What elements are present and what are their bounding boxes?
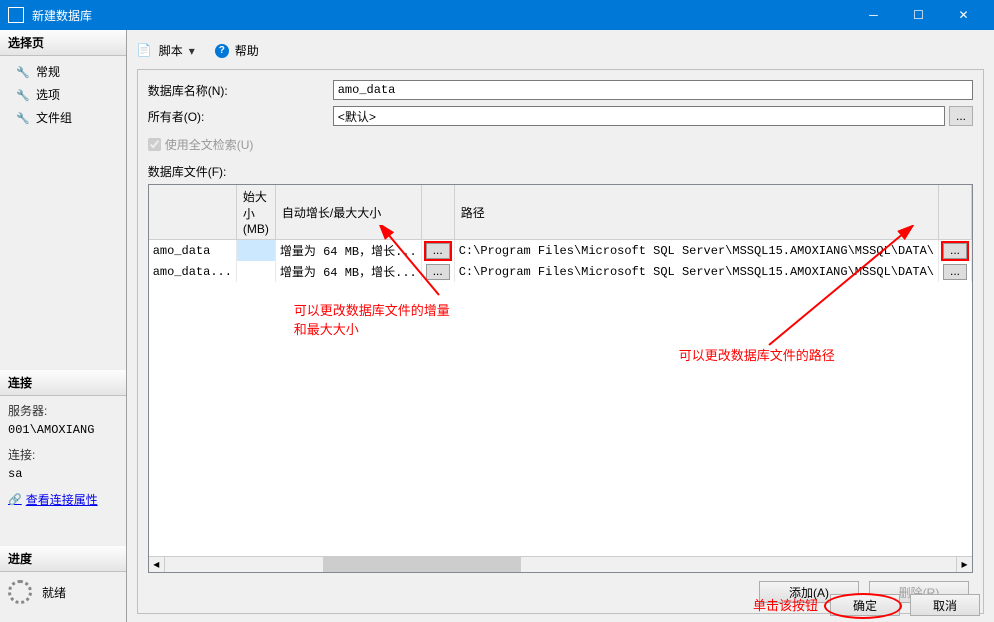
col-browse2 [939,185,972,240]
minimize-button[interactable]: ─ [851,0,896,30]
app-icon [8,7,24,23]
annotation-left: 可以更改数据库文件的增量 和最大大小 [294,300,450,338]
col-initial-size[interactable]: 始大小(MB) [236,185,275,240]
fulltext-checkbox [148,138,161,151]
sidebar-item-general[interactable]: 常规 [0,60,126,83]
chevron-down-icon[interactable] [189,44,195,58]
wrench-icon [16,111,30,125]
sidebar: 选择页 常规 选项 文件组 连接 服务器: 001\AMOXIANG 连接: s… [0,30,127,622]
script-icon [137,43,153,59]
db-files-label: 数据库文件(F): [148,163,973,180]
help-icon: ? [215,44,229,58]
select-page-header: 选择页 [0,30,126,56]
progress-header: 进度 [0,546,126,572]
col-autogrowth[interactable]: 自动增长/最大大小 [275,185,421,240]
horizontal-scrollbar[interactable]: ◂ ▸ [149,556,972,572]
ok-button[interactable]: 确定 [830,594,900,616]
owner-label: 所有者(O): [148,108,333,125]
path-browse-button[interactable]: ... [943,243,967,259]
db-name-label: 数据库名称(N): [148,82,333,99]
owner-input[interactable] [333,106,945,126]
col-name[interactable] [149,185,237,240]
maximize-button[interactable]: ☐ [896,0,941,30]
progress-status: 就绪 [42,584,66,601]
sidebar-item-filegroups[interactable]: 文件组 [0,106,126,129]
close-button[interactable]: ✕ [941,0,986,30]
db-files-table[interactable]: 始大小(MB) 自动增长/最大大小 路径 amo_data 增量为 64 MB，… [148,184,973,573]
col-browse1 [421,185,454,240]
view-conn-props-link[interactable]: 查看连接属性 [8,490,98,510]
table-row[interactable]: amo_data 增量为 64 MB，增长... ... C:\Program … [149,240,972,262]
owner-browse-button[interactable]: ... [949,106,973,126]
wrench-icon [16,88,30,102]
conn-label: 连接: [8,446,118,465]
db-name-input[interactable] [333,80,973,100]
sidebar-item-options[interactable]: 选项 [0,83,126,106]
cancel-button[interactable]: 取消 [910,594,980,616]
content-area: 脚本 ? 帮助 数据库名称(N): 所有者(O): ... 使用全文检索(U) … [127,30,994,622]
table-row[interactable]: amo_data... 增量为 64 MB，增长... ... C:\Progr… [149,261,972,282]
server-value: 001\AMOXIANG [8,421,118,440]
fulltext-label: 使用全文检索(U) [165,136,254,153]
spinner-icon [8,580,32,604]
col-path[interactable]: 路径 [454,185,938,240]
titlebar: 新建数据库 ─ ☐ ✕ [0,0,994,30]
server-label: 服务器: [8,402,118,421]
wrench-icon [16,65,30,79]
path-browse-button[interactable]: ... [943,264,967,280]
annotation-right: 可以更改数据库文件的路径 [679,345,835,364]
conn-value: sa [8,465,118,484]
toolbar: 脚本 ? 帮助 [137,38,984,69]
link-icon [8,490,22,510]
autogrowth-browse-button[interactable]: ... [426,243,450,259]
autogrowth-browse-button[interactable]: ... [426,264,450,280]
annotation-click: 单击该按钮 [753,595,818,614]
help-button[interactable]: 帮助 [235,42,259,59]
connection-header: 连接 [0,370,126,396]
window-title: 新建数据库 [32,7,851,24]
script-button[interactable]: 脚本 [159,42,183,59]
